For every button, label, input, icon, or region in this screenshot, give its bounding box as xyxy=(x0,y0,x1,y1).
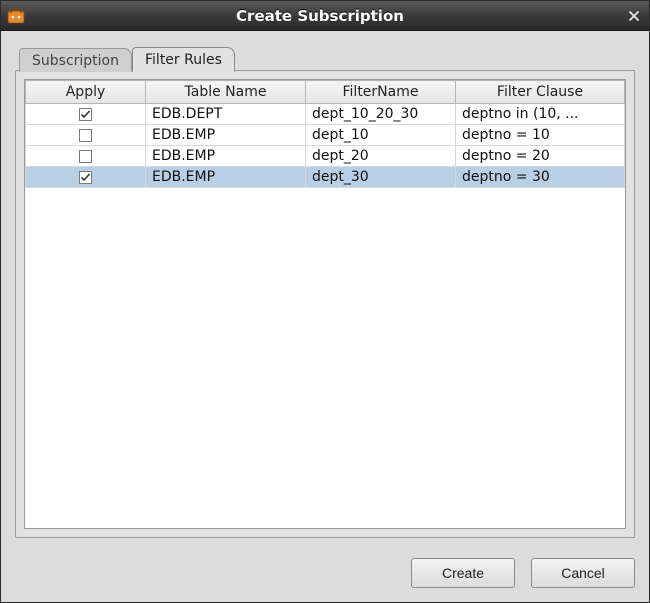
table-row[interactable]: EDB.EMPdept_10deptno = 10 xyxy=(26,125,625,146)
col-header-apply[interactable]: Apply xyxy=(26,81,146,104)
col-header-filter-name[interactable]: FilterName xyxy=(306,81,456,104)
tab-label: Subscription xyxy=(32,53,119,69)
col-header-table-name[interactable]: Table Name xyxy=(146,81,306,104)
apply-checkbox[interactable] xyxy=(79,127,92,143)
window-title: Create Subscription xyxy=(33,7,607,25)
create-button[interactable]: Create xyxy=(411,558,515,588)
apply-checkbox[interactable] xyxy=(79,169,92,185)
apply-cell xyxy=(26,146,146,167)
table-name-cell: EDB.EMP xyxy=(146,167,306,188)
table-name-cell: EDB.EMP xyxy=(146,125,306,146)
tab-label: Filter Rules xyxy=(145,52,222,68)
app-icon xyxy=(7,7,25,25)
filter-clause-cell: deptno in (10, ... xyxy=(456,104,625,125)
tab-strip: Subscription Filter Rules xyxy=(15,45,635,71)
apply-checkbox[interactable] xyxy=(79,148,92,164)
table-empty-area[interactable] xyxy=(25,188,625,528)
filter-clause-cell: deptno = 20 xyxy=(456,146,625,167)
tab-panel-filter-rules: Apply Table Name FilterName Filter Claus… xyxy=(15,70,635,538)
table-row[interactable]: EDB.DEPTdept_10_20_30deptno in (10, ... xyxy=(26,104,625,125)
table-header-row: Apply Table Name FilterName Filter Claus… xyxy=(26,81,625,104)
table-name-cell: EDB.DEPT xyxy=(146,104,306,125)
apply-cell xyxy=(26,125,146,146)
table-row[interactable]: EDB.EMPdept_30deptno = 30 xyxy=(26,167,625,188)
dialog-window: Create Subscription Subscription Filter … xyxy=(0,0,650,603)
filter-rules-table-wrap: Apply Table Name FilterName Filter Claus… xyxy=(24,79,626,529)
title-bar[interactable]: Create Subscription xyxy=(1,1,649,31)
cancel-button[interactable]: Cancel xyxy=(531,558,635,588)
filter-name-cell: dept_30 xyxy=(306,167,456,188)
dialog-footer: Create Cancel xyxy=(1,548,649,602)
content-area: Subscription Filter Rules Apply Table Na… xyxy=(1,31,649,548)
filter-name-cell: dept_10 xyxy=(306,125,456,146)
filter-name-cell: dept_20 xyxy=(306,146,456,167)
close-icon[interactable] xyxy=(625,7,643,25)
tab-filter-rules[interactable]: Filter Rules xyxy=(132,47,235,72)
col-header-filter-clause[interactable]: Filter Clause xyxy=(456,81,625,104)
apply-checkbox[interactable] xyxy=(79,106,92,122)
filter-clause-cell: deptno = 30 xyxy=(456,167,625,188)
tab-subscription[interactable]: Subscription xyxy=(19,48,132,72)
filter-clause-cell: deptno = 10 xyxy=(456,125,625,146)
filter-rules-table: Apply Table Name FilterName Filter Claus… xyxy=(25,80,625,188)
table-name-cell: EDB.EMP xyxy=(146,146,306,167)
filter-name-cell: dept_10_20_30 xyxy=(306,104,456,125)
table-row[interactable]: EDB.EMPdept_20deptno = 20 xyxy=(26,146,625,167)
apply-cell xyxy=(26,104,146,125)
apply-cell xyxy=(26,167,146,188)
